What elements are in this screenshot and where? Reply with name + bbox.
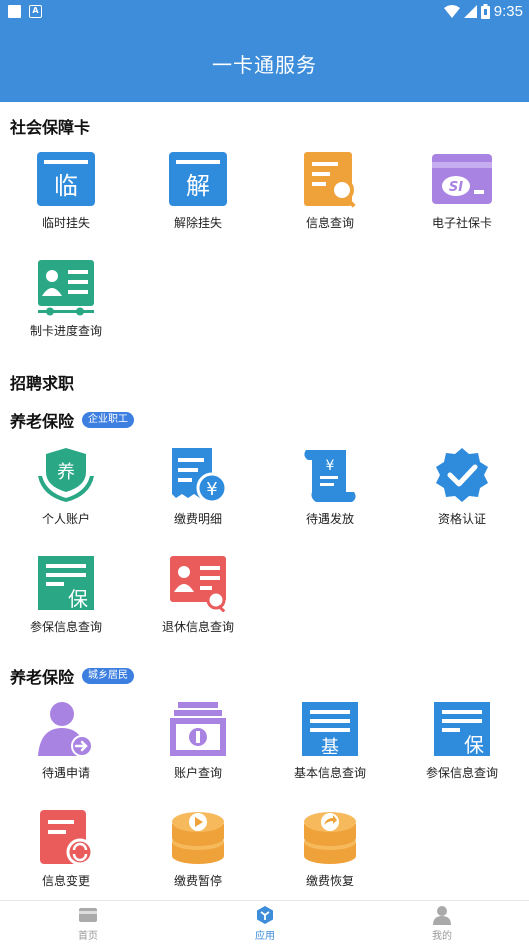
notification-square-icon bbox=[8, 5, 21, 18]
tile-label: 退休信息查询 bbox=[161, 620, 234, 634]
card-progress-button[interactable]: 制卡进度查询 bbox=[0, 258, 132, 339]
tile-label: 待遇发放 bbox=[305, 512, 354, 526]
insured-info-icon: 保 bbox=[38, 556, 94, 611]
resident-insured-info-button[interactable]: 保 参保信息查询 bbox=[396, 700, 528, 781]
basic-info-button[interactable]: 基 基本信息查询 bbox=[264, 700, 396, 781]
retirement-info-button[interactable]: 退休信息查询 bbox=[132, 554, 264, 635]
tile-label: 解除挂失 bbox=[173, 216, 222, 230]
payment-detail-icon: ¥ bbox=[172, 448, 228, 504]
tile-label: 缴费暂停 bbox=[173, 874, 222, 888]
icon-glyph: 保 bbox=[464, 733, 484, 757]
personal-account-button[interactable]: 养 个人账户 bbox=[0, 446, 132, 527]
benefit-apply-icon bbox=[38, 702, 93, 757]
home-icon bbox=[79, 908, 97, 922]
account-query-icon bbox=[170, 702, 226, 756]
payment-pause-button[interactable]: 缴费暂停 bbox=[132, 808, 264, 889]
section-title-social-card: 社会保障卡 bbox=[10, 114, 90, 138]
section-title-text: 养老保险 bbox=[10, 412, 75, 431]
basic-info-icon: 基 bbox=[302, 702, 358, 758]
section-title-pension-resident: 养老保险 城乡居民 bbox=[10, 664, 135, 688]
tile-label: 账户查询 bbox=[173, 766, 222, 780]
icon-glyph: ¥ bbox=[326, 458, 335, 474]
icon-glyph: 临 bbox=[54, 172, 78, 200]
cancel-loss-icon: 解 bbox=[169, 152, 227, 206]
signal-icon bbox=[463, 4, 477, 18]
e-social-card-button[interactable]: SI 电子社保卡 bbox=[396, 150, 528, 231]
info-change-button[interactable]: 信息变更 bbox=[0, 808, 132, 889]
main-content: 社会保障卡 临 临时挂失 解 解除挂失 信息查询 SI 电子社保卡 制卡进度查询… bbox=[0, 102, 529, 900]
insured-info-icon: 保 bbox=[434, 702, 490, 757]
icon-glyph: 解 bbox=[186, 172, 210, 200]
tile-label: 参保信息查询 bbox=[29, 620, 102, 634]
temporary-loss-icon: 临 bbox=[37, 152, 95, 206]
notification-a-icon: A bbox=[29, 5, 42, 18]
bottom-tab-bar: 首页 应用 我的 bbox=[0, 900, 529, 944]
payment-resume-button[interactable]: 缴费恢复 bbox=[264, 808, 396, 889]
wifi-icon bbox=[443, 4, 460, 18]
icon-glyph: ¥ bbox=[206, 479, 217, 500]
info-change-icon bbox=[40, 810, 94, 866]
tile-label: 信息查询 bbox=[305, 216, 354, 230]
tab-home[interactable]: 首页 bbox=[43, 905, 133, 942]
section-title-text: 养老保险 bbox=[10, 668, 75, 687]
app-header: 一卡通服务 bbox=[0, 24, 529, 102]
payment-pause-icon bbox=[172, 812, 224, 864]
qualification-icon bbox=[436, 448, 488, 502]
qualification-button[interactable]: 资格认证 bbox=[396, 446, 528, 527]
tile-label: 制卡进度查询 bbox=[29, 324, 102, 338]
tile-label: 临时挂失 bbox=[41, 216, 90, 230]
profile-icon bbox=[433, 906, 451, 925]
battery-icon bbox=[480, 4, 490, 19]
insured-info-button[interactable]: 保 参保信息查询 bbox=[0, 554, 132, 635]
tab-profile[interactable]: 我的 bbox=[397, 905, 487, 942]
benefit-payment-icon: ¥ bbox=[304, 450, 356, 502]
tab-label: 首页 bbox=[78, 931, 98, 942]
personal-account-icon: 养 bbox=[38, 448, 94, 502]
icon-glyph: 基 bbox=[321, 737, 339, 758]
benefit-apply-button[interactable]: 待遇申请 bbox=[0, 700, 132, 781]
apps-icon bbox=[257, 906, 273, 924]
tile-label: 缴费恢复 bbox=[305, 874, 354, 888]
section-title-recruitment[interactable]: 招聘求职 bbox=[10, 370, 74, 394]
card-progress-icon bbox=[38, 260, 94, 316]
payment-detail-button[interactable]: ¥ 缴费明细 bbox=[132, 446, 264, 527]
e-social-card-icon: SI bbox=[432, 154, 492, 204]
category-tag: 企业职工 bbox=[82, 412, 135, 428]
cancel-loss-button[interactable]: 解 解除挂失 bbox=[132, 150, 264, 231]
tile-label: 电子社保卡 bbox=[431, 216, 492, 230]
status-time: 9:35 bbox=[493, 3, 523, 20]
temporary-loss-button[interactable]: 临 临时挂失 bbox=[0, 150, 132, 231]
retirement-info-icon bbox=[170, 556, 226, 612]
info-query-icon bbox=[304, 152, 356, 208]
status-bar: A 9:35 bbox=[0, 0, 529, 24]
tile-label: 资格认证 bbox=[437, 512, 486, 526]
tile-label: 个人账户 bbox=[41, 512, 90, 526]
payment-resume-icon bbox=[304, 812, 356, 864]
icon-glyph: SI bbox=[449, 180, 463, 195]
tile-label: 基本信息查询 bbox=[293, 766, 366, 780]
tile-label: 缴费明细 bbox=[173, 512, 222, 526]
page-title: 一卡通服务 bbox=[212, 52, 317, 77]
tab-label: 应用 bbox=[255, 931, 275, 942]
tab-label: 我的 bbox=[432, 931, 452, 942]
tab-apps[interactable]: 应用 bbox=[220, 905, 310, 942]
section-title-text: 社会保障卡 bbox=[10, 118, 91, 137]
tile-label: 参保信息查询 bbox=[425, 766, 498, 780]
section-title-pension-enterprise: 养老保险 企业职工 bbox=[10, 408, 135, 432]
icon-glyph: 保 bbox=[68, 587, 88, 611]
section-title-text: 招聘求职 bbox=[10, 374, 75, 393]
account-query-button[interactable]: 账户查询 bbox=[132, 700, 264, 781]
tile-label: 待遇申请 bbox=[41, 766, 90, 780]
icon-glyph: 养 bbox=[57, 462, 75, 483]
info-query-button[interactable]: 信息查询 bbox=[264, 150, 396, 231]
tile-label: 信息变更 bbox=[41, 874, 90, 888]
benefit-payment-button[interactable]: ¥ 待遇发放 bbox=[264, 446, 396, 527]
category-tag: 城乡居民 bbox=[82, 668, 135, 684]
